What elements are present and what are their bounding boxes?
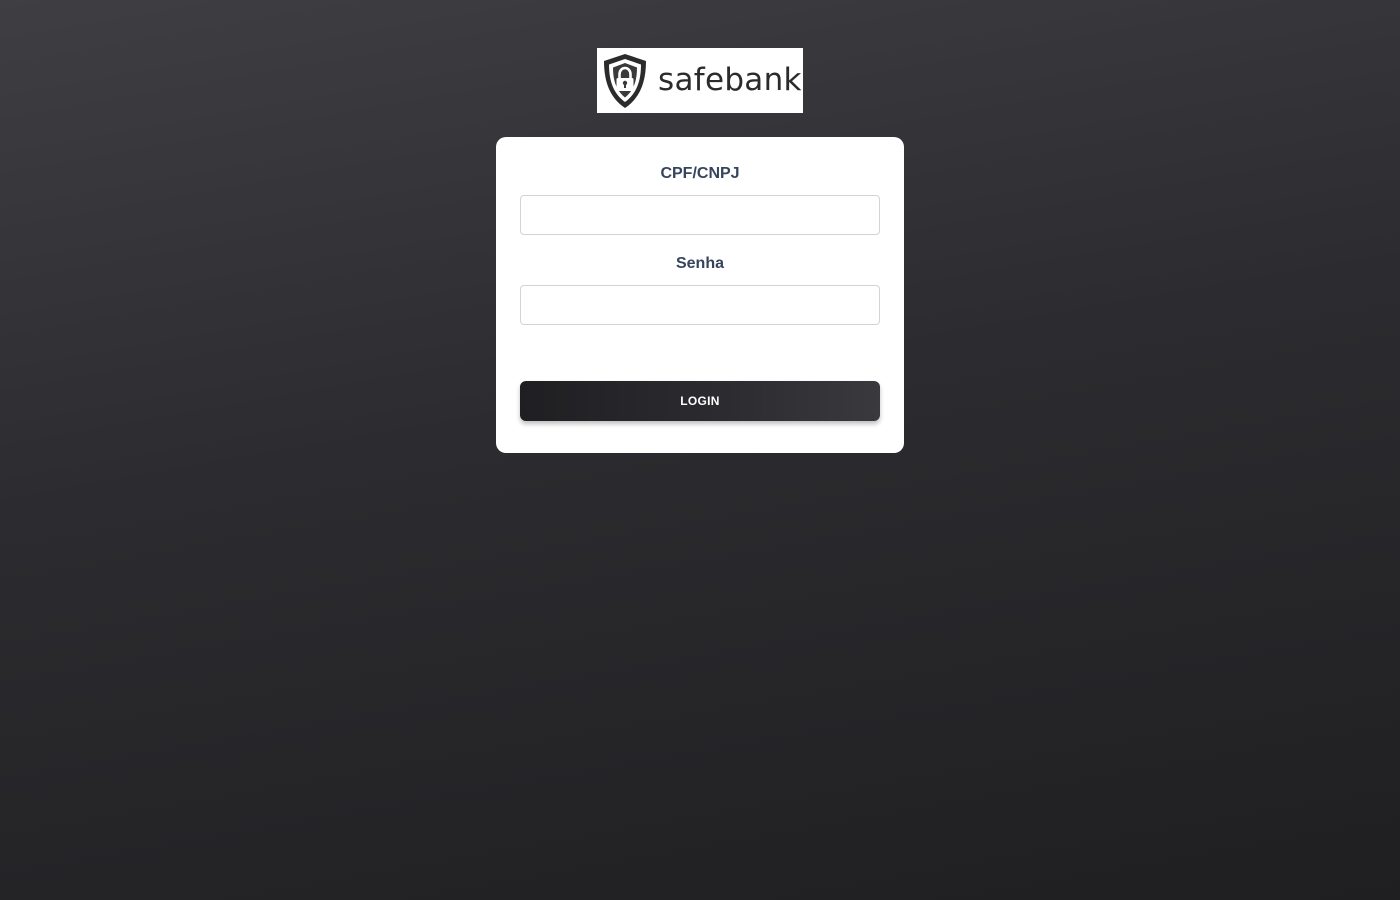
senha-input[interactable] [520, 285, 880, 325]
brand-logo: safebank [597, 48, 803, 113]
cpf-input[interactable] [520, 195, 880, 235]
cpf-label: CPF/CNPJ [660, 165, 740, 182]
senha-label: Senha [675, 255, 724, 272]
shield-lock-icon [604, 53, 646, 108]
brand-name: safebank [658, 62, 802, 98]
login-button[interactable]: LOGIN [520, 381, 880, 421]
login-card: CPF/CNPJ Senha LOGIN [496, 137, 904, 453]
login-page: { "brand": { "name": "safebank", "logo_i… [0, 0, 1400, 900]
